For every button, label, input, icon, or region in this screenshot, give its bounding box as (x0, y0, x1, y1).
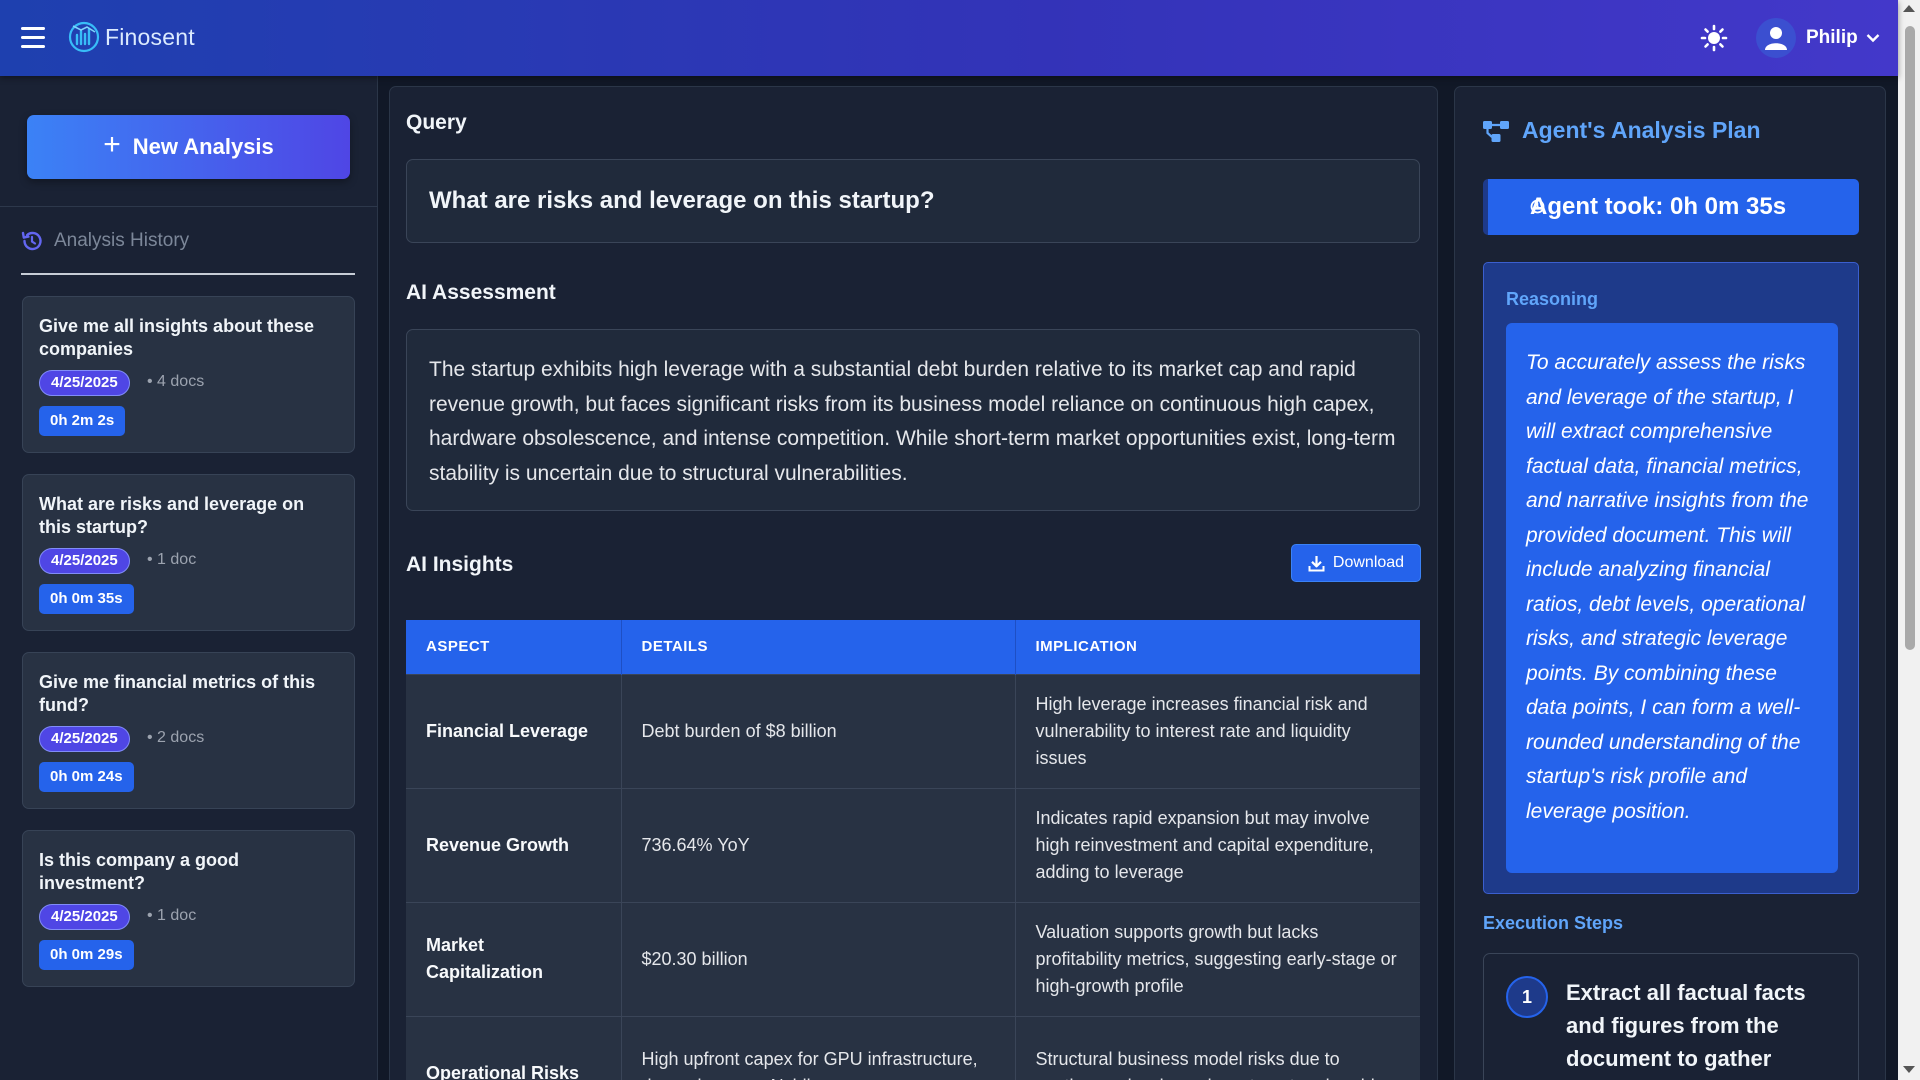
app-name: Finosent (105, 23, 195, 50)
analysis-history-label: Analysis History (54, 230, 190, 251)
cell-implication: Structural business model risks due to c… (1015, 1015, 1420, 1080)
agent-duration-banner: Agent took: 0h 0m 35s (1483, 179, 1859, 235)
history-item-doc-count: • 1 doc (147, 907, 197, 924)
agent-plan-header: Agent's Analysis Plan (1482, 117, 1761, 144)
history-item-duration: 0h 0m 24s (39, 762, 134, 792)
scrollbar-thumb[interactable] (1905, 26, 1915, 650)
ai-assessment-heading: AI Assessment (406, 281, 556, 304)
history-item-doc-count: • 1 doc (147, 551, 197, 568)
history-icon (21, 231, 42, 251)
history-item-duration: 0h 0m 35s (39, 584, 134, 614)
query-text: What are risks and leverage on this star… (406, 159, 1420, 243)
sidebar: + New Analysis Analysis History Give me … (0, 76, 378, 1080)
table-row: Financial Leverage Debt burden of $8 bil… (406, 673, 1420, 788)
cell-implication: Indicates rapid expansion but may involv… (1015, 787, 1420, 902)
theme-toggle-icon[interactable] (1700, 24, 1728, 52)
history-item-date: 4/25/2025 (39, 370, 130, 396)
sidebar-divider (0, 206, 378, 207)
cell-aspect: Financial Leverage (406, 673, 622, 788)
download-button[interactable]: Download (1291, 544, 1421, 582)
cell-aspect: Revenue Growth (406, 787, 622, 902)
agent-plan-panel: Agent's Analysis Plan Agent took: 0h 0m … (1454, 86, 1886, 1080)
history-item[interactable]: Give me all insights about these compani… (22, 296, 355, 453)
history-item-title: What are risks and leverage on this star… (39, 494, 305, 537)
column-header-aspect: ASPECT (406, 620, 622, 674)
history-item-duration: 0h 0m 29s (39, 940, 134, 970)
table-header-row: ASPECT DETAILS IMPLICATION (406, 620, 1420, 674)
history-item-doc-count: • 2 docs (147, 729, 205, 746)
user-name: Philip (1806, 27, 1858, 48)
menu-icon[interactable] (21, 27, 45, 49)
query-heading: Query (406, 111, 467, 134)
agent-duration-text: Agent took: 0h 0m 35s (1530, 193, 1787, 220)
history-item[interactable]: Give me financial metrics of this fund? … (22, 652, 355, 809)
cell-aspect: Market Capitalization (406, 901, 622, 1016)
download-icon (1308, 555, 1325, 571)
reasoning-label: Reasoning (1506, 289, 1599, 309)
scroll-down-arrow-icon[interactable] (1903, 1066, 1915, 1073)
ai-assessment-text: The startup exhibits high leverage with … (406, 329, 1420, 511)
history-item-doc-count: • 4 docs (147, 373, 205, 390)
history-item-title: Give me financial metrics of this fund? (39, 672, 316, 715)
cell-details: High upfront capex for GPU infrastructur… (621, 1015, 1016, 1080)
step-number: 1 (1506, 976, 1548, 1018)
cell-aspect: Operational Risks (406, 1015, 622, 1080)
chevron-down-icon (1866, 34, 1880, 43)
history-item[interactable]: Is this company a good investment? 4/25/… (22, 830, 355, 987)
top-app-bar: Finosent Philip (0, 0, 1898, 76)
execution-step: 1 Extract all factual facts and figures … (1483, 953, 1859, 1080)
history-underline (21, 273, 355, 275)
analysis-main-panel: Query What are risks and leverage on thi… (389, 86, 1438, 1080)
ai-insights-heading: AI Insights (406, 553, 514, 576)
app-logo[interactable]: Finosent (67, 20, 195, 54)
execution-steps-label: Execution Steps (1483, 913, 1624, 933)
history-item-date: 4/25/2025 (39, 726, 130, 752)
table-row: Operational Risks High upfront capex for… (406, 1015, 1420, 1080)
agent-plan-title: Agent's Analysis Plan (1522, 117, 1761, 143)
history-item-title: Is this company a good investment? (39, 850, 240, 893)
analysis-history-header: Analysis History (20, 229, 189, 253)
brand-logo-icon (68, 21, 100, 53)
avatar (1756, 18, 1796, 58)
insights-table: ASPECT DETAILS IMPLICATION Financial Lev… (406, 620, 1420, 1080)
history-item-duration: 0h 2m 2s (39, 406, 126, 436)
column-header-details: DETAILS (621, 620, 1016, 674)
plus-icon: + (103, 128, 121, 161)
history-item-date: 4/25/2025 (39, 548, 130, 574)
cell-implication: High leverage increases financial risk a… (1015, 673, 1420, 788)
history-item[interactable]: What are risks and leverage on this star… (22, 474, 355, 631)
new-analysis-label: New Analysis (132, 134, 274, 159)
history-item-date: 4/25/2025 (39, 904, 130, 930)
table-row: Market Capitalization $20.30 billion Val… (406, 901, 1420, 1016)
cell-details: 736.64% YoY (621, 787, 1016, 902)
step-text: Extract all factual facts and figures fr… (1566, 980, 1806, 1080)
user-menu-button[interactable]: Philip (1756, 18, 1880, 58)
scroll-up-arrow-icon[interactable] (1903, 5, 1915, 12)
cell-details: Debt burden of $8 billion (621, 673, 1016, 788)
reasoning-section: Reasoning To accurately assess the risks… (1483, 262, 1859, 894)
workflow-icon (1483, 120, 1509, 142)
cell-details: $20.30 billion (621, 901, 1016, 1016)
download-label: Download (1332, 554, 1405, 571)
reasoning-text: To accurately assess the risks and lever… (1506, 323, 1838, 873)
new-analysis-button[interactable]: + New Analysis (27, 115, 350, 179)
column-header-implication: IMPLICATION (1015, 620, 1420, 674)
clock-icon (1530, 199, 1545, 214)
user-icon (1765, 27, 1787, 50)
history-item-title: Give me all insights about these compani… (39, 316, 315, 359)
table-row: Revenue Growth 736.64% YoY Indicates rap… (406, 787, 1420, 902)
cell-implication: Valuation supports growth but lacks prof… (1015, 901, 1420, 1016)
